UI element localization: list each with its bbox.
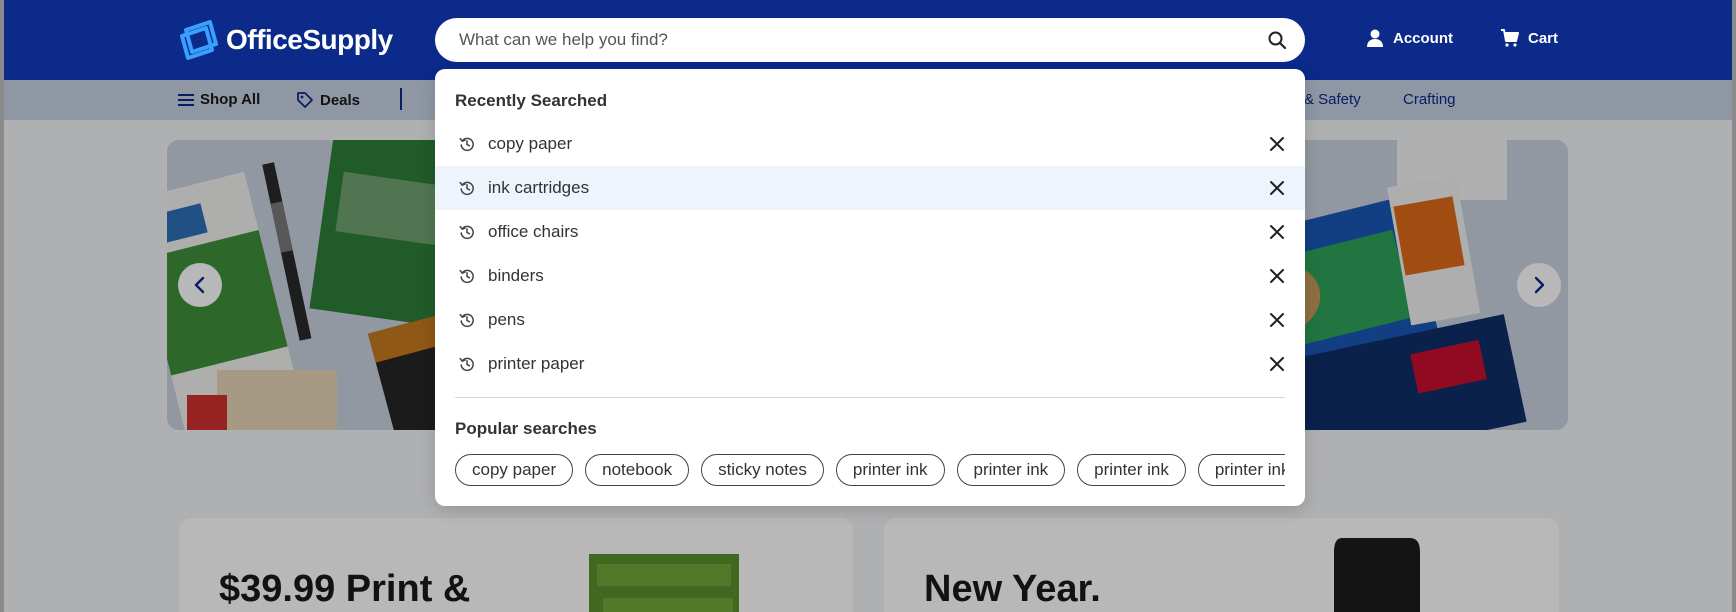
recent-searches-heading: Recently Searched <box>455 91 608 110</box>
popular-search-chip[interactable]: sticky notes <box>701 454 824 486</box>
recent-searches-list: copy paper ink cartridges office chairs … <box>435 122 1305 386</box>
search-icon[interactable] <box>1267 30 1287 50</box>
recent-search-item[interactable]: ink cartridges <box>435 166 1305 210</box>
cart-label: Cart <box>1528 29 1559 47</box>
account-link[interactable]: Account <box>1365 28 1453 48</box>
search-suggestions-dropdown: Recently Searched copy paper ink cartrid… <box>435 69 1305 506</box>
search-box <box>435 18 1305 62</box>
history-icon <box>459 357 474 372</box>
dropdown-divider <box>455 397 1285 398</box>
history-icon <box>459 269 474 284</box>
close-icon[interactable] <box>1269 268 1285 284</box>
recent-search-item[interactable]: printer paper <box>435 342 1305 386</box>
page: OfficeSupply Account Cart <box>4 0 1732 612</box>
history-icon <box>459 225 474 240</box>
close-icon[interactable] <box>1269 312 1285 328</box>
cart-icon <box>1501 29 1519 47</box>
close-icon[interactable] <box>1269 224 1285 240</box>
recent-search-text: binders <box>488 266 544 285</box>
history-icon <box>459 313 474 328</box>
user-icon <box>1367 29 1383 47</box>
popular-search-chip[interactable]: printer ink <box>956 454 1066 486</box>
popular-search-chip[interactable]: printer ink <box>1077 454 1186 486</box>
recent-search-text: printer paper <box>488 354 585 373</box>
popular-search-chip[interactable]: notebook <box>585 454 690 486</box>
recent-search-item[interactable]: office chairs <box>435 210 1305 254</box>
popular-search-chip[interactable]: copy paper <box>455 454 574 486</box>
history-icon <box>459 181 474 196</box>
recent-search-text: pens <box>488 310 525 329</box>
history-icon <box>459 137 474 152</box>
logo-text: OfficeSupply <box>226 24 393 55</box>
site-header: OfficeSupply Account Cart <box>4 0 1732 80</box>
logo[interactable]: OfficeSupply <box>178 18 393 62</box>
popular-search-chip[interactable]: printer ink <box>835 454 945 486</box>
close-icon[interactable] <box>1269 356 1285 372</box>
popular-searches-chips: copy paper notebook sticky notes printer in… <box>455 454 1285 488</box>
search-input[interactable] <box>459 30 1239 50</box>
recent-search-item[interactable]: copy paper <box>435 122 1305 166</box>
recent-search-item[interactable]: binders <box>435 254 1305 298</box>
close-icon[interactable] <box>1269 136 1285 152</box>
popular-searches-heading: Popular searches <box>455 419 597 438</box>
logo-mark-icon <box>180 20 218 60</box>
cart-link[interactable]: Cart <box>1500 28 1558 48</box>
recent-search-text: ink cartridges <box>488 178 590 197</box>
account-label: Account <box>1393 29 1453 47</box>
recent-search-text: copy paper <box>488 134 573 153</box>
close-icon[interactable] <box>1269 180 1285 196</box>
recent-search-item[interactable]: pens <box>435 298 1305 342</box>
popular-search-chip[interactable]: printer ink <box>1197 454 1285 486</box>
recent-search-text: office chairs <box>488 222 579 241</box>
